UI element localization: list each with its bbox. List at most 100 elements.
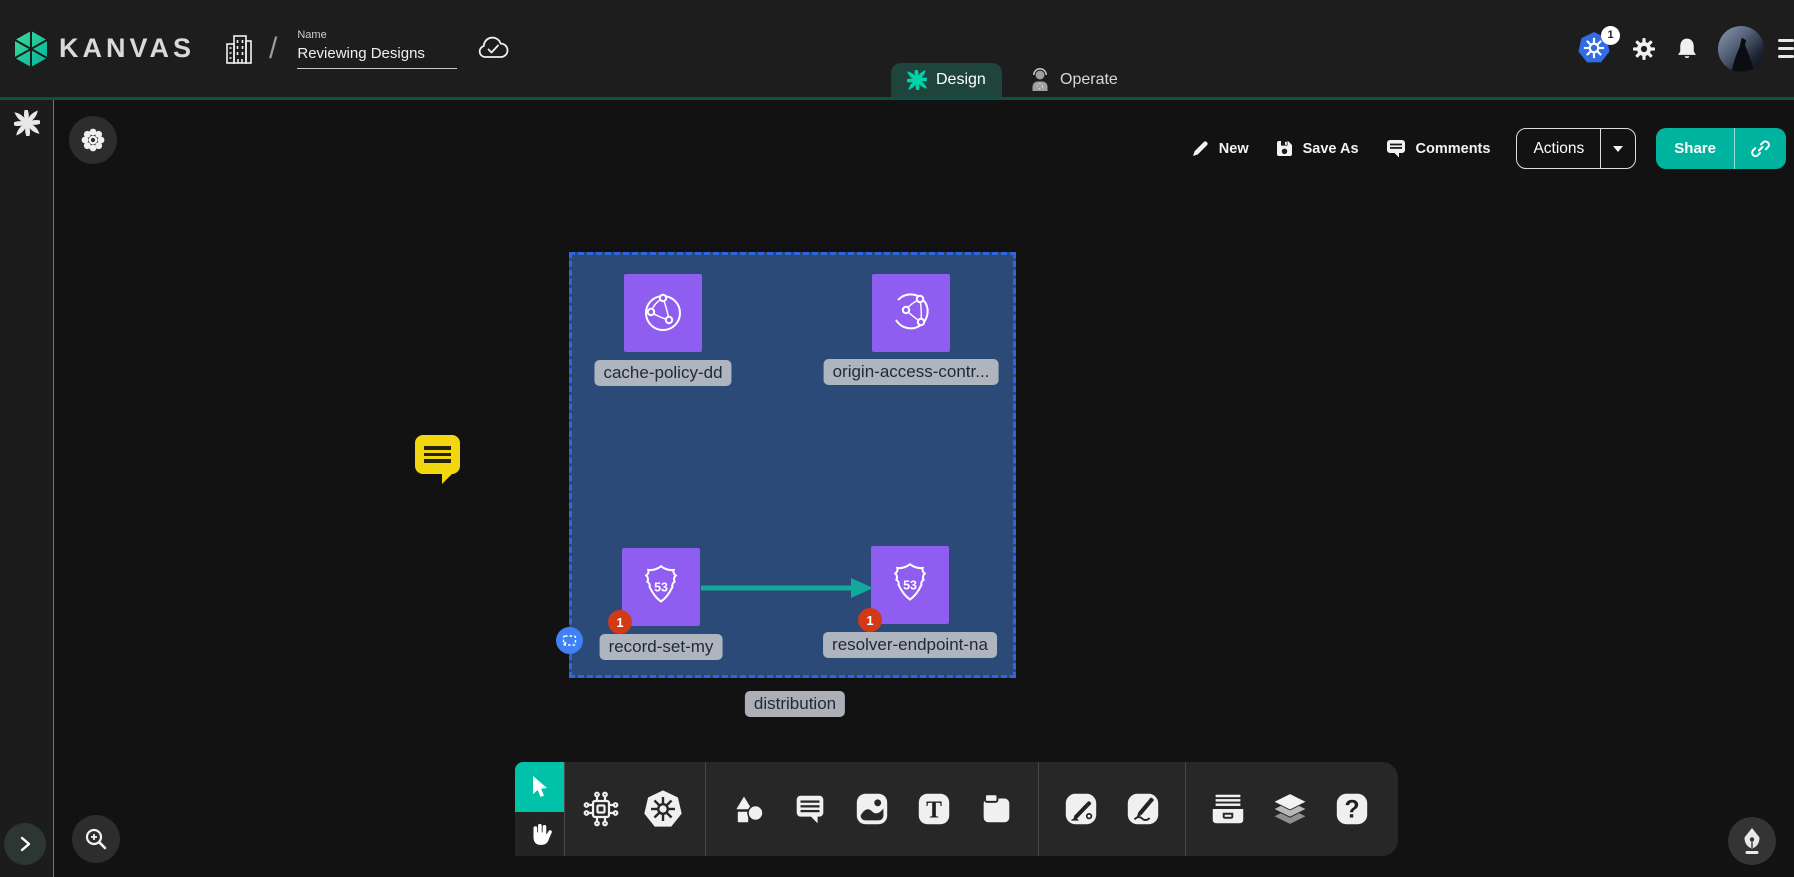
kanvas-logo-icon xyxy=(13,30,49,68)
tool-component[interactable] xyxy=(581,787,621,831)
zoom-in-icon xyxy=(83,826,109,852)
tool-image[interactable] xyxy=(852,787,892,831)
kubernetes-helm-icon xyxy=(643,788,683,830)
organization-building-icon[interactable] xyxy=(225,32,253,66)
node-label-record-set[interactable]: record-set-my xyxy=(600,634,723,660)
tool-kubernetes[interactable] xyxy=(643,787,683,831)
kanvas-app: KANVAS / Name xyxy=(0,0,1794,877)
comments-icon xyxy=(1385,138,1407,159)
share-button[interactable]: Share xyxy=(1656,128,1786,169)
copy-link-button[interactable] xyxy=(1734,128,1786,169)
user-avatar[interactable] xyxy=(1718,26,1764,72)
operate-person-icon xyxy=(1029,68,1051,92)
tool-pen[interactable] xyxy=(1061,787,1101,831)
svg-text:T: T xyxy=(926,798,942,824)
shapes-icon xyxy=(729,790,767,828)
cloudfront-globe-icon xyxy=(884,286,938,340)
component-chip-icon xyxy=(581,789,621,829)
layers-icon xyxy=(1270,788,1310,830)
node-origin-access-control[interactable] xyxy=(872,274,950,352)
node-label-resolver-endpoint[interactable]: resolver-endpoint-na xyxy=(823,632,997,658)
node-label-origin-access[interactable]: origin-access-contr... xyxy=(824,359,999,385)
node-resolver-endpoint[interactable]: 53 xyxy=(871,546,949,624)
tool-note[interactable] xyxy=(976,787,1016,831)
design-name-input[interactable] xyxy=(297,43,457,69)
pen-nib-button[interactable] xyxy=(1728,817,1776,865)
node-label-cache-policy[interactable]: cache-policy-dd xyxy=(594,360,731,386)
hand-pan-icon xyxy=(527,821,553,847)
tool-pencil[interactable] xyxy=(1123,787,1163,831)
tool-comment[interactable] xyxy=(790,787,830,831)
canvas-widgets-button[interactable] xyxy=(69,116,117,164)
name-field-label: Name xyxy=(297,29,457,41)
text-tool-icon: T xyxy=(915,790,953,828)
route53-shield-icon: 53 xyxy=(633,559,689,615)
select-cursor-icon xyxy=(527,774,553,800)
save-as-button[interactable]: Save As xyxy=(1275,139,1359,158)
help-question-icon: ? xyxy=(1333,790,1371,828)
tool-select[interactable] xyxy=(515,762,564,812)
actions-button[interactable]: Actions xyxy=(1516,128,1636,169)
route53-shield-icon: 53 xyxy=(882,557,938,613)
menu-hamburger-icon[interactable] xyxy=(1778,37,1788,61)
node-record-set[interactable]: 53 xyxy=(622,548,700,626)
sidebar-expand-button[interactable] xyxy=(4,823,46,865)
brand[interactable]: KANVAS xyxy=(13,30,195,68)
cloud-sync-check-icon xyxy=(477,36,509,62)
kubernetes-context-button[interactable]: 1 xyxy=(1578,32,1612,66)
new-button-label: New xyxy=(1219,141,1249,157)
image-tool-icon xyxy=(853,790,891,828)
svg-text:?: ? xyxy=(1344,797,1359,824)
share-button-label[interactable]: Share xyxy=(1656,128,1734,169)
brand-wordmark: KANVAS xyxy=(59,33,195,64)
pencil-new-icon xyxy=(1191,139,1210,158)
toolbar-divider xyxy=(705,762,706,856)
tab-design-label: Design xyxy=(936,71,986,89)
save-as-button-label: Save As xyxy=(1303,141,1359,157)
selected-group-distribution[interactable]: 53 53 1 1 cache-policy-dd origin-access-… xyxy=(569,252,1016,678)
flower-gear-icon xyxy=(80,127,106,153)
node-cache-policy[interactable] xyxy=(624,274,702,352)
settings-gear-icon[interactable] xyxy=(1632,37,1656,61)
actions-button-label[interactable]: Actions xyxy=(1517,129,1600,168)
pen-nib-icon xyxy=(1740,827,1764,855)
cloudfront-globe-icon xyxy=(636,286,690,340)
kubernetes-count-badge: 1 xyxy=(1601,26,1620,45)
comment-tool-icon xyxy=(791,790,829,828)
drawer-archive-icon xyxy=(1208,789,1248,829)
tool-layers[interactable] xyxy=(1270,787,1310,831)
save-floppy-icon xyxy=(1275,139,1294,158)
notifications-bell-icon[interactable] xyxy=(1676,37,1698,61)
group-selection-handle[interactable] xyxy=(556,627,583,654)
dashed-rect-icon xyxy=(562,634,577,647)
canvas-comment-marker[interactable] xyxy=(415,435,460,474)
design-spiral-icon xyxy=(907,70,927,90)
comments-button-label: Comments xyxy=(1416,141,1491,157)
tab-design[interactable]: Design xyxy=(891,63,1002,97)
caret-down-icon xyxy=(1612,145,1624,153)
tool-help[interactable]: ? xyxy=(1332,787,1372,831)
canvas-toolbar: New Save As Comments Actions xyxy=(1191,128,1786,169)
record-set-issue-badge[interactable]: 1 xyxy=(608,610,632,634)
design-name-field: Name xyxy=(297,29,457,69)
pencil-tool-icon xyxy=(1124,790,1162,828)
zoom-in-button[interactable] xyxy=(72,815,120,863)
group-label-distribution[interactable]: distribution xyxy=(745,691,845,717)
toolbar-divider xyxy=(1185,762,1186,856)
actions-dropdown-toggle[interactable] xyxy=(1600,129,1635,168)
new-button[interactable]: New xyxy=(1191,139,1249,158)
tab-operate[interactable]: Operate xyxy=(1013,63,1134,97)
pen-tool-icon xyxy=(1062,790,1100,828)
tab-operate-label: Operate xyxy=(1060,71,1118,89)
tool-pan[interactable] xyxy=(515,812,564,856)
tool-drawer[interactable] xyxy=(1208,787,1248,831)
resolver-endpoint-issue-badge[interactable]: 1 xyxy=(858,608,882,632)
tool-shapes[interactable] xyxy=(728,787,768,831)
top-bar: KANVAS / Name xyxy=(0,0,1794,100)
left-sidebar xyxy=(0,100,54,877)
tool-text[interactable]: T xyxy=(914,787,954,831)
meshery-spiral-icon[interactable] xyxy=(14,110,40,136)
comments-button[interactable]: Comments xyxy=(1385,138,1491,159)
link-icon xyxy=(1750,138,1771,159)
edge-record-to-resolver[interactable] xyxy=(699,574,875,602)
